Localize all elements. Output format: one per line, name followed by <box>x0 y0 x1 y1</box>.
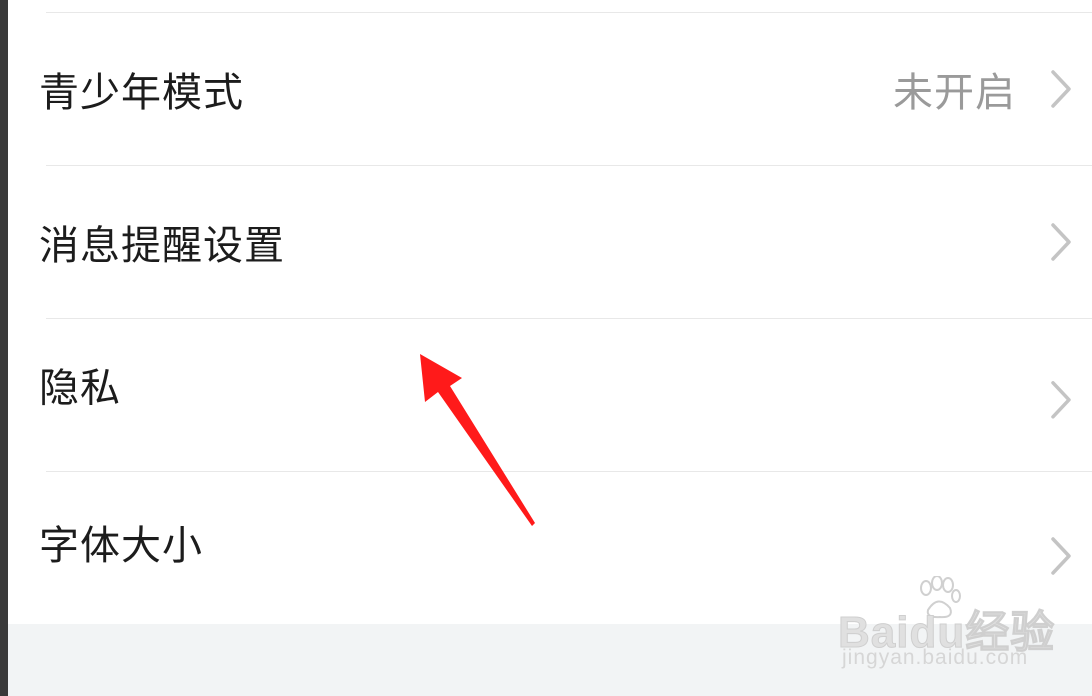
youth-mode-status: 未开启 <box>893 70 1016 116</box>
settings-item-label: 字体大小 <box>39 523 203 570</box>
settings-item-youth-mode[interactable]: 青少年模式 未开启 <box>8 13 1092 165</box>
settings-list: 青少年模式 未开启 消息提醒设置 隐私 字体大小 <box>8 0 1092 624</box>
settings-item-label: 隐私 <box>39 365 121 412</box>
chevron-right-icon <box>1051 537 1071 575</box>
settings-item-label: 消息提醒设置 <box>39 223 285 269</box>
chevron-right-icon <box>1051 381 1071 419</box>
settings-item-notifications[interactable]: 消息提醒设置 <box>8 166 1092 318</box>
window-left-edge <box>0 0 8 696</box>
baidu-jingyan-watermark: Baidu经验 jingyan.baidu.com <box>837 576 1055 670</box>
chevron-right-icon <box>1051 223 1071 261</box>
chevron-right-icon <box>1051 70 1071 108</box>
settings-item-label: 青少年模式 <box>39 70 244 116</box>
settings-item-privacy[interactable]: 隐私 <box>8 319 1092 471</box>
watermark-url: jingyan.baidu.com <box>842 646 1029 669</box>
